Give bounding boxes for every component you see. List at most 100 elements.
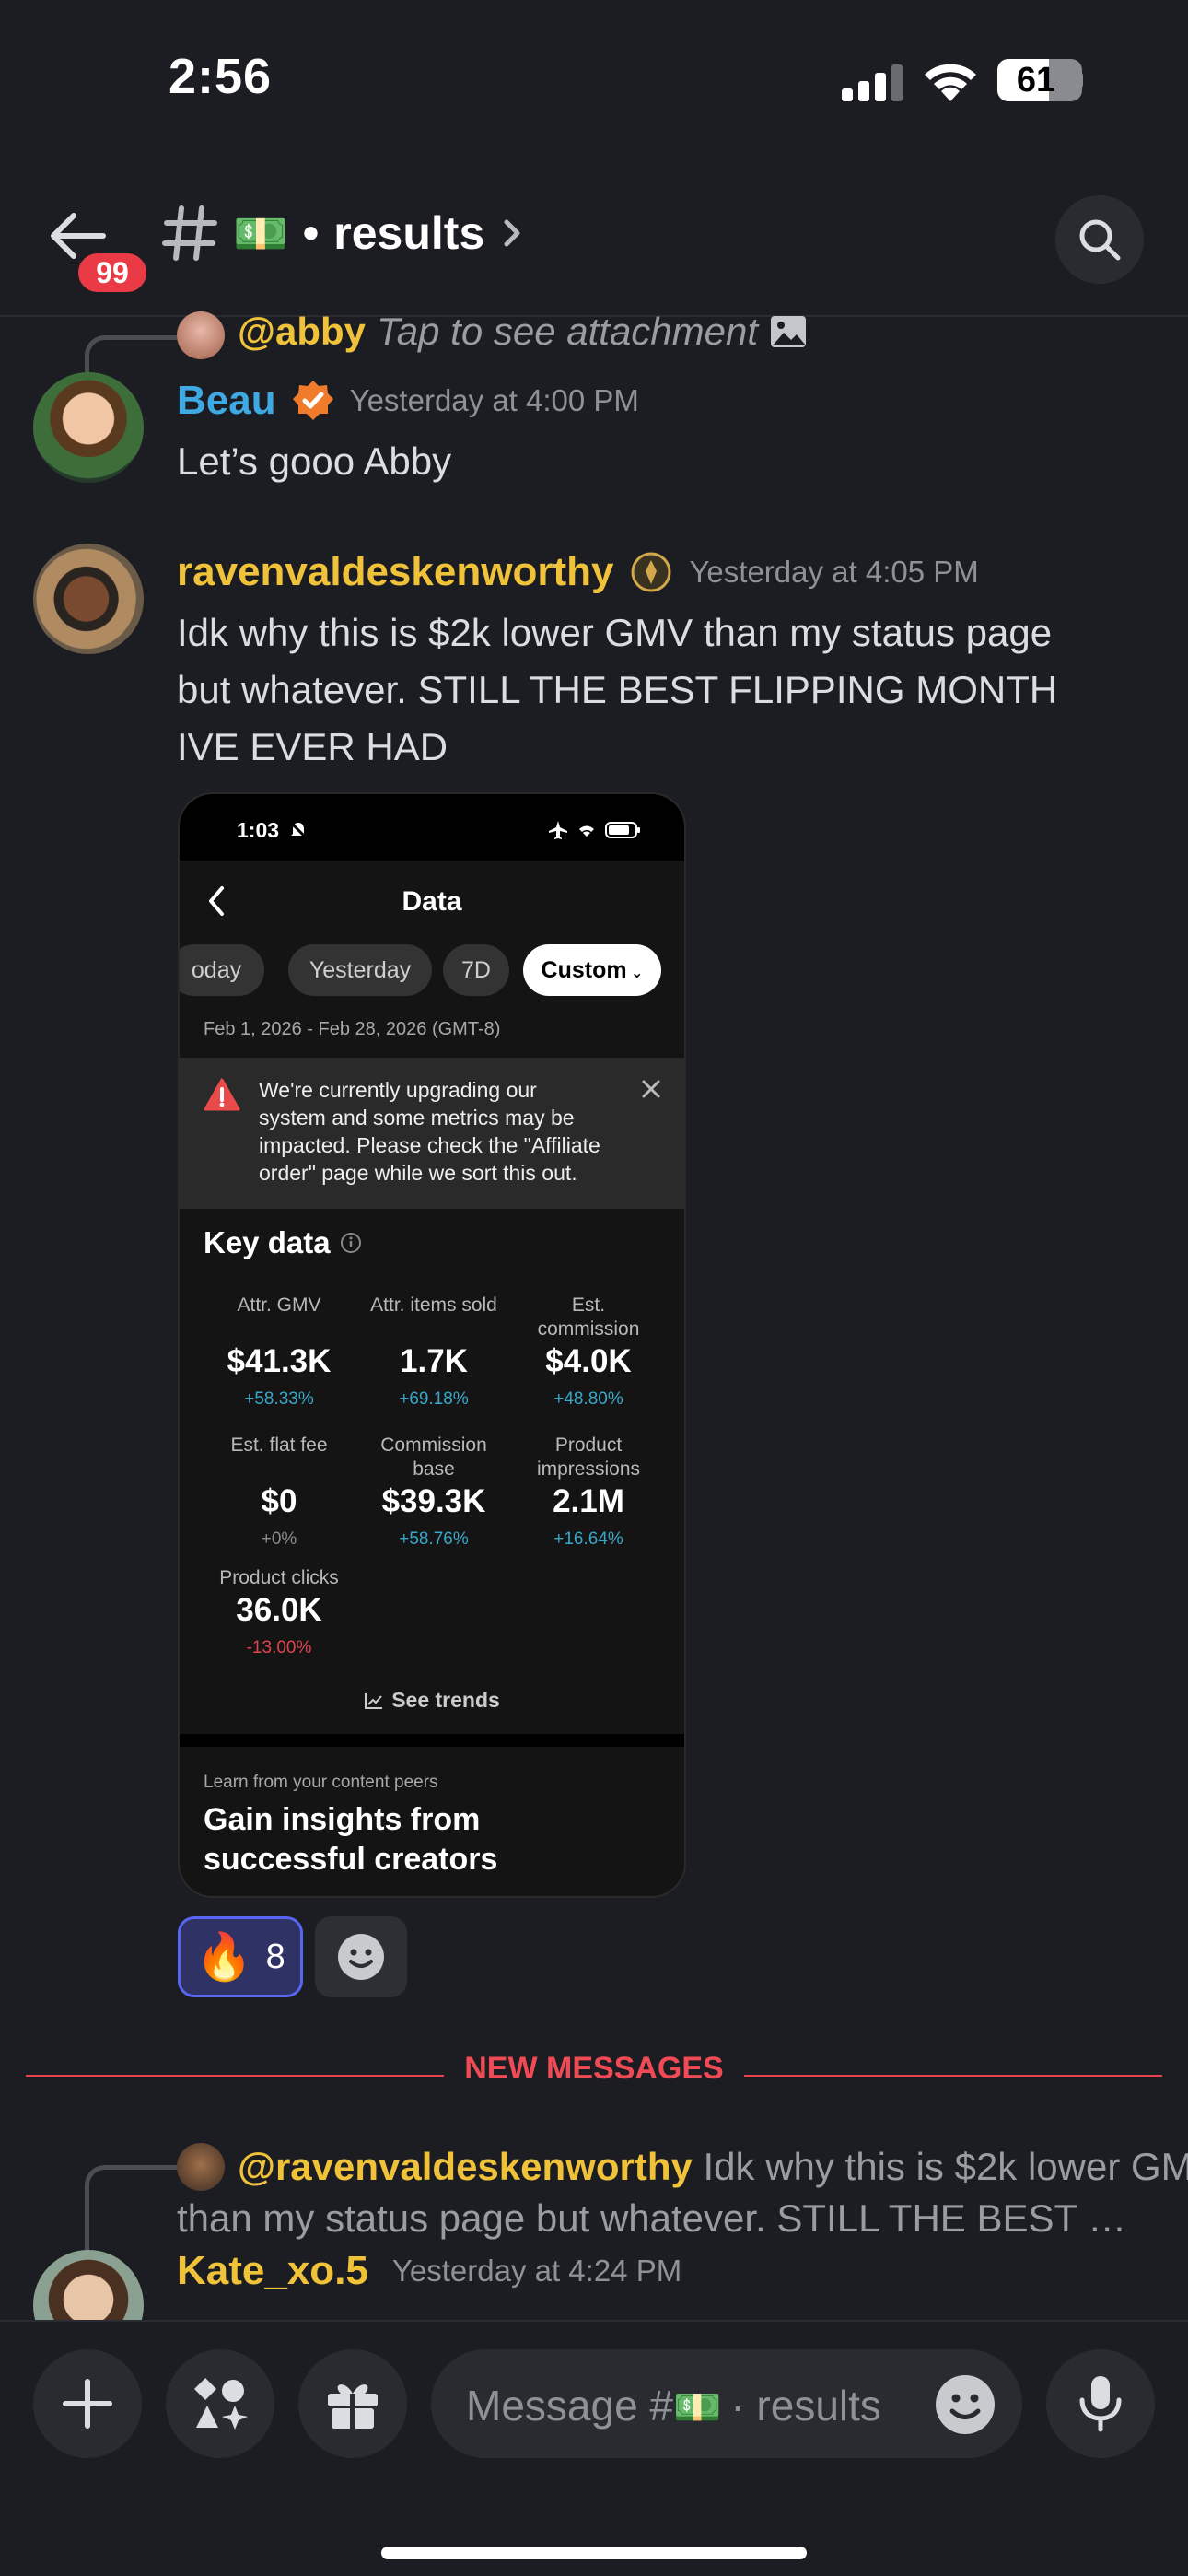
author-name[interactable]: Beau	[177, 378, 276, 424]
peers-label: Learn from your content peers	[204, 1773, 438, 1792]
peers-title-line: Gain insights from	[204, 1802, 481, 1837]
metric-value: 2.1M	[553, 1483, 624, 1519]
reply-preview[interactable]: @ravenvaldeskenworthy Idk why this is $2…	[177, 2141, 1188, 2244]
trend-chart-icon	[365, 1692, 383, 1709]
attachment-title: Data	[402, 886, 462, 917]
tab-yesterday[interactable]: Yesterday	[288, 944, 432, 996]
channel-separator: •	[302, 207, 320, 259]
reaction-emoji: 🔥	[195, 1930, 253, 1983]
metric-label: Product clicks	[219, 1567, 339, 1588]
composer-bar: Message #💵 · results	[0, 2320, 1188, 2576]
metric-label: Attr. GMV	[237, 1294, 321, 1316]
attachment-time: 1:03	[237, 818, 280, 842]
message-line: Idk why this is $2k lower GMV than my st…	[177, 611, 1053, 654]
apps-icon	[194, 2378, 248, 2430]
avatar-ravenvaldeskenworthy[interactable]	[33, 544, 144, 654]
channel-title[interactable]: 💵 • results	[161, 205, 525, 262]
apps-button[interactable]	[166, 2349, 274, 2458]
metric-label: impressions	[536, 1458, 641, 1480]
notice-banner: We're currently upgrading our system and…	[180, 1058, 684, 1209]
verified-badge-icon	[292, 381, 333, 420]
hash-icon	[162, 205, 217, 261]
tab-today[interactable]: oday	[180, 944, 264, 996]
notice-line: system and some metrics may be	[259, 1106, 575, 1130]
metric-change: +16.64%	[553, 1529, 623, 1549]
placeholder-prefix: Message #	[466, 2382, 674, 2430]
section-divider	[180, 1734, 684, 1747]
message-line: but whatever. STILL THE BEST FLIPPING MO…	[177, 668, 1058, 711]
metric-value: $4.0K	[545, 1343, 632, 1379]
reply-mention: @abby	[238, 310, 366, 353]
battery-icon	[605, 822, 640, 838]
metric-label: Product	[554, 1434, 623, 1456]
message-timestamp: Yesterday at 4:00 PM	[349, 383, 639, 417]
emoji-icon[interactable]	[934, 2373, 996, 2436]
date-range: Feb 1, 2026 - Feb 28, 2026 (GMT-8)	[204, 1019, 501, 1039]
image-attachment[interactable]: 1:03 Data oday Yesterday 7D Custom ⌄ Feb…	[178, 792, 686, 1898]
see-trends-button[interactable]: See trends	[180, 1688, 684, 1713]
avatar-beau[interactable]	[33, 372, 144, 483]
new-messages-label: NEW MESSAGES	[464, 2051, 724, 2086]
new-messages-line-right	[744, 2075, 1162, 2077]
reaction-fire[interactable]: 🔥 8	[178, 1916, 303, 1997]
message-input-placeholder: Message #💵 · results	[466, 2381, 881, 2430]
search-button[interactable]	[1055, 195, 1144, 284]
emoji-icon	[338, 1934, 384, 1980]
metric-change: +48.80%	[553, 1389, 623, 1409]
see-trends-label: See trends	[391, 1688, 500, 1712]
microphone-icon	[1079, 2376, 1122, 2432]
message-timestamp: Yesterday at 4:05 PM	[689, 555, 979, 589]
reply-preview[interactable]: @abby Tap to see attachment	[238, 310, 808, 354]
metric-value: $39.3K	[381, 1483, 486, 1519]
metric-label: Est.	[571, 1294, 606, 1316]
author-name[interactable]: Kate_xo.5	[177, 2248, 368, 2294]
reply-avatar	[177, 311, 225, 359]
voice-message-button[interactable]	[1046, 2349, 1155, 2458]
info-icon[interactable]	[340, 1232, 362, 1254]
tab-custom-label: Custom	[541, 957, 627, 983]
metric-change: +0%	[261, 1529, 297, 1549]
author-name[interactable]: ravenvaldeskenworthy	[177, 549, 613, 595]
metric-value: $41.3K	[227, 1343, 332, 1379]
message-text: Idk why this is $2k lower GMV than my st…	[177, 604, 1057, 776]
reply-text: Idk why this is $2k lower GMV	[703, 2145, 1188, 2188]
search-icon	[1079, 219, 1121, 261]
message-text: Let’s gooo Abby	[177, 439, 452, 483]
metric-value: 1.7K	[400, 1343, 468, 1379]
reply-text: Tap to see attachment	[376, 310, 759, 353]
metric-change: +58.76%	[399, 1529, 469, 1549]
message-timestamp: Yesterday at 4:24 PM	[391, 2254, 682, 2288]
message-header: Beau Yesterday at 4:00 PM	[177, 378, 639, 424]
metric-label: commission	[537, 1318, 640, 1340]
message-kate-clip: Kate_xo.5 Yesterday at 4:24 PM	[0, 2248, 1188, 2320]
reply-mention: @ravenvaldeskenworthy	[238, 2145, 693, 2188]
tab-7d[interactable]: 7D	[443, 944, 509, 996]
metric-label: Est. flat fee	[230, 1434, 328, 1456]
gift-button[interactable]	[298, 2349, 407, 2458]
notice-text: We're currently upgrading our system and…	[259, 1076, 600, 1187]
mute-bell-icon	[289, 821, 308, 839]
placeholder-emoji: 💵	[673, 2385, 722, 2429]
tab-custom[interactable]: Custom ⌄	[523, 944, 661, 996]
new-messages-line-left	[26, 2075, 444, 2077]
metric-value: $0	[261, 1483, 297, 1519]
key-data-title: Key data	[204, 1225, 331, 1259]
reaction-count: 8	[265, 1937, 285, 1976]
chevron-right-icon	[504, 219, 520, 247]
chevron-down-icon: ⌄	[626, 966, 644, 981]
metric-change: +69.18%	[399, 1389, 469, 1409]
peers-title: Gain insights from successful creators	[204, 1800, 497, 1879]
reply-text: than my status page but whatever. STILL …	[177, 2196, 1127, 2240]
add-attachment-button[interactable]	[33, 2349, 142, 2458]
metric-value: 36.0K	[236, 1592, 322, 1628]
message-header: Kate_xo.5 Yesterday at 4:24 PM	[177, 2248, 681, 2294]
close-icon[interactable]	[640, 1078, 662, 1100]
avatar-kate[interactable]	[33, 2250, 144, 2320]
message-header: ravenvaldeskenworthy Yesterday at 4:05 P…	[177, 549, 979, 595]
signal-icon	[842, 64, 903, 101]
message-input[interactable]: Message #💵 · results	[431, 2349, 1022, 2458]
battery-tip	[1076, 72, 1083, 88]
notice-line: We're currently upgrading our	[259, 1078, 537, 1102]
unread-badge: 99	[74, 249, 151, 297]
add-reaction-button[interactable]	[315, 1916, 407, 1997]
